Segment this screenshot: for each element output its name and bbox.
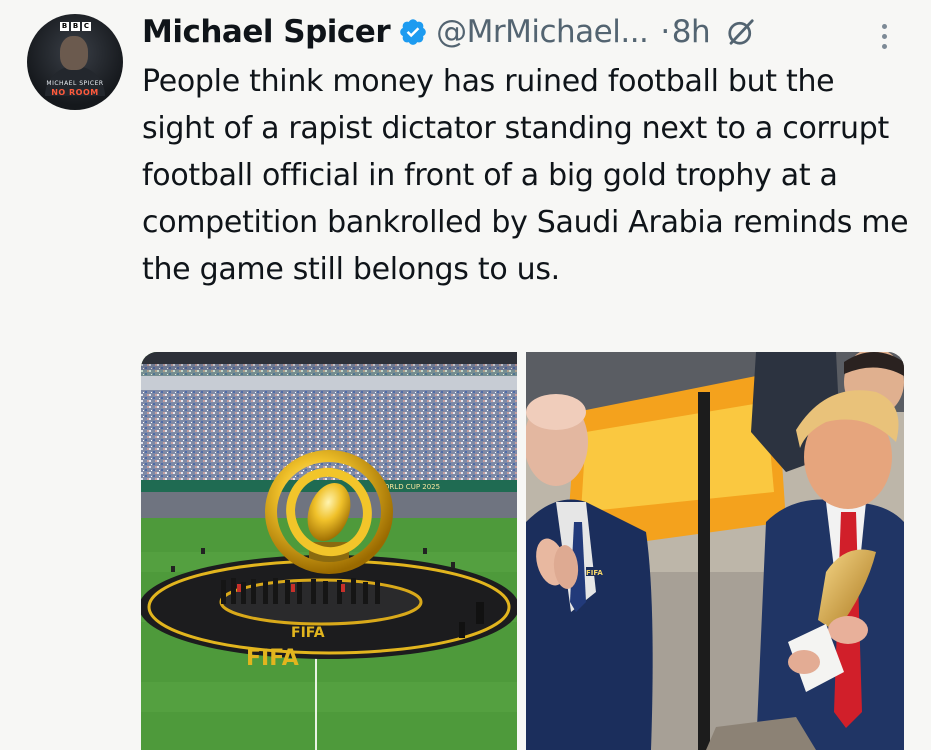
tweet: B B C MICHAEL SPICER NO ROOM Michael Spi… [0,0,931,750]
user-handle[interactable]: @MrMichael... [436,14,649,50]
display-name[interactable]: Michael Spicer [142,14,391,50]
ground-logo-text: FIFA [246,646,299,671]
avatar-caption-name: MICHAEL SPICER [46,80,104,87]
timestamp[interactable]: 8h [672,14,711,50]
separator-dot: · [660,14,670,50]
stage-logo-text: FIFA [291,625,325,641]
more-options-icon[interactable] [872,16,896,56]
verified-badge-icon [398,17,428,47]
avatar[interactable]: B B C MICHAEL SPICER NO ROOM [27,14,123,110]
media-image-stadium[interactable]: WORLD CUP 2025 FIFA FIFA [141,352,517,750]
fifa-badge-text: FIFA [586,569,603,577]
media-image-presentation[interactable]: FIFA [526,352,904,750]
tweet-header: Michael Spicer @MrMichael... · 8h [142,10,756,54]
avatar-caption-show: NO ROOM [51,88,99,97]
bbc-logo: B B C [60,22,91,31]
grok-icon[interactable] [726,17,756,47]
tweet-text: People think money has ruined football b… [142,64,909,287]
